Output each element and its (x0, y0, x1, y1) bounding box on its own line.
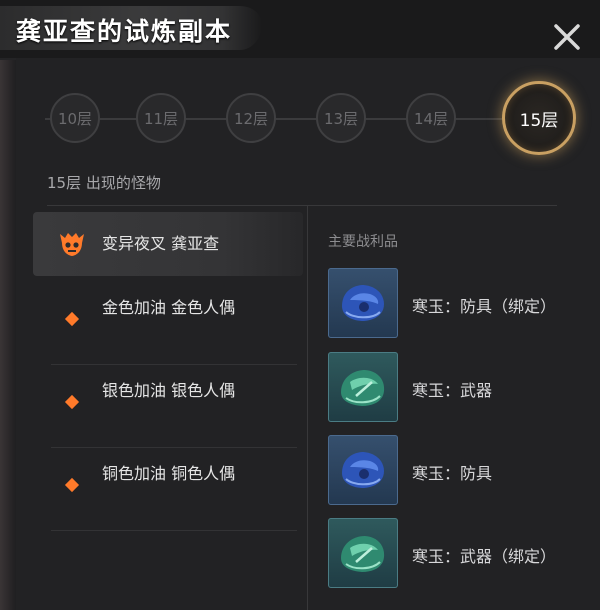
loot-item[interactable]: 寒玉：武器（绑定） (328, 518, 588, 588)
floor-12-button[interactable]: 12层 (226, 93, 276, 143)
floor-15-button[interactable]: 15层 (502, 81, 576, 155)
loot-name: 寒玉：防具 (412, 464, 493, 483)
blue-armor-gem-icon (328, 268, 398, 338)
green-weapon-gem-icon (328, 352, 398, 422)
title-bar: 龚亚查的试炼副本 (0, 0, 600, 58)
floor-14-button[interactable]: 14层 (406, 93, 456, 143)
monster-item-bronze[interactable]: 铜色加油 铜色人偶 (33, 450, 303, 531)
monster-item-boss[interactable]: 变异夜叉 龚亚查 (33, 212, 303, 276)
orange-diamond-icon (64, 311, 80, 327)
floor-10-button[interactable]: 10层 (50, 93, 100, 143)
loot-item[interactable]: 寒玉：武器 (328, 352, 588, 422)
blue-armor-gem-icon (328, 435, 398, 505)
monster-name: 银色加油 银色人偶 (102, 381, 236, 400)
list-separator (51, 447, 297, 448)
monster-item-gold[interactable]: 金色加油 金色人偶 (33, 284, 303, 365)
close-button[interactable] (552, 22, 582, 52)
orange-diamond-icon (64, 394, 80, 410)
monster-item-silver[interactable]: 银色加油 银色人偶 (33, 367, 303, 448)
floor-11-button[interactable]: 11层 (136, 93, 186, 143)
monster-name: 铜色加油 铜色人偶 (102, 464, 236, 483)
loot-name: 寒玉：防具（绑定） (412, 297, 557, 316)
boss-skull-icon (60, 233, 84, 256)
list-separator (51, 364, 297, 365)
loot-section-title: 主要战利品 (328, 234, 398, 250)
floor-13-button[interactable]: 13层 (316, 93, 366, 143)
column-divider (307, 206, 308, 610)
green-weapon-gem-icon (328, 518, 398, 588)
list-separator (51, 530, 297, 531)
loot-name: 寒玉：武器 (412, 381, 493, 400)
close-icon[interactable] (552, 22, 582, 52)
monster-name: 金色加油 金色人偶 (102, 298, 236, 317)
window-title: 龚亚查的试炼副本 (16, 17, 233, 46)
monster-name: 变异夜叉 龚亚查 (102, 234, 220, 253)
floor-track (45, 118, 555, 120)
orange-diamond-icon (64, 477, 80, 493)
dungeon-panel: 龚亚查的试炼副本 10层 11层 12层 13层 14层 15层 15层 出现的… (0, 0, 600, 610)
loot-item[interactable]: 寒玉：防具 (328, 435, 588, 505)
panel-edge (0, 60, 16, 610)
loot-item[interactable]: 寒玉：防具（绑定） (328, 268, 588, 338)
section-divider (47, 205, 557, 206)
monsters-section-title: 15层 出现的怪物 (47, 174, 161, 192)
loot-name: 寒玉：武器（绑定） (412, 547, 557, 566)
